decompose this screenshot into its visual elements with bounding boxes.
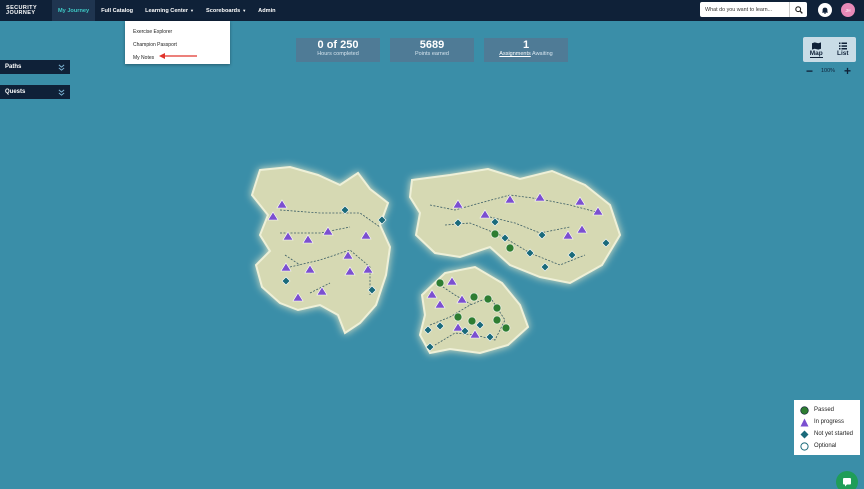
west-island (250, 165, 392, 335)
map-view-button[interactable]: Map (803, 37, 830, 62)
red-arrow-annotation (159, 53, 197, 59)
map-view-label: Map (809, 49, 823, 58)
hours-label: Hours completed (317, 51, 359, 57)
nav-full-catalog[interactable]: Full Catalog (95, 0, 139, 21)
map-icon (811, 41, 821, 50)
zoom-in-button[interactable]: + (844, 64, 851, 78)
nav-learning-center[interactable]: Learning Center ▼ (139, 0, 200, 21)
caret-down-icon: ▼ (190, 8, 194, 13)
optional-circle-icon (799, 441, 809, 451)
assignments-link[interactable]: Assignments (499, 51, 531, 57)
map-legend: Passed In progress Not yet started Optio… (794, 400, 860, 455)
top-navbar: SECURITY JOURNEY My Journey Full Catalog… (0, 0, 864, 21)
legend-in-progress: In progress (799, 416, 855, 428)
search-box: What do you want to learn... (700, 2, 807, 17)
list-icon (838, 42, 847, 50)
south-island (418, 265, 530, 355)
legend-passed-label: Passed (814, 407, 835, 413)
learning-center-dropdown: Exercise Explorer Champion Passport My N… (125, 21, 230, 64)
search-input[interactable]: What do you want to learn... (700, 7, 789, 13)
points-value: 5689 (419, 39, 445, 51)
legend-passed: Passed (799, 404, 855, 416)
in-progress-triangle-icon (799, 417, 809, 427)
not-started-diamond-icon (799, 429, 809, 439)
double-chevron-down-icon (58, 89, 65, 96)
legend-optional-label: Optional (814, 443, 837, 449)
list-view-button[interactable]: List (830, 37, 857, 62)
double-chevron-down-icon (58, 64, 65, 71)
menu-item-champion-passport[interactable]: Champion Passport (125, 38, 230, 51)
user-avatar[interactable]: JH (841, 3, 855, 17)
caret-down-icon: ▼ (242, 8, 247, 13)
paths-panel[interactable]: Paths (0, 60, 70, 74)
assignments-card: 1 Assignments Awaiting (484, 38, 568, 62)
hours-completed-card: 0 of 250 Hours completed (296, 38, 380, 62)
nav-admin[interactable]: Admin (252, 0, 281, 21)
legend-not-started: Not yet started (799, 428, 855, 440)
legend-not-started-label: Not yet started (814, 431, 854, 437)
legend-optional: Optional (799, 440, 855, 452)
legend-in-progress-label: In progress (814, 419, 845, 425)
nav-learning-center-label: Learning Center (145, 7, 189, 14)
zoom-level: 100% (821, 68, 836, 74)
points-label: Points earned (415, 51, 449, 57)
assignments-value: 1 (522, 39, 530, 51)
search-icon (794, 5, 803, 14)
menu-item-exercise-explorer[interactable]: Exercise Explorer (125, 25, 230, 38)
bell-icon (822, 7, 828, 14)
view-toggle: Map List (803, 37, 856, 62)
notifications-button[interactable] (818, 3, 832, 17)
east-island (408, 167, 622, 285)
quests-panel[interactable]: Quests (0, 85, 70, 99)
chat-icon (843, 478, 851, 487)
chat-button[interactable] (836, 471, 858, 489)
security-journey-logo[interactable]: SECURITY JOURNEY (6, 5, 52, 16)
journey-map[interactable] (240, 155, 630, 365)
logo-line2: JOURNEY (6, 9, 36, 16)
nav-scoreboards-label: Scoreboards (205, 7, 241, 14)
assignments-text: Assignments Awaiting (484, 51, 568, 58)
hours-value: 0 of 250 (317, 39, 359, 51)
passed-circle-icon (799, 405, 809, 415)
points-earned-card: 5689 Points earned (390, 38, 474, 62)
search-button[interactable] (789, 2, 807, 17)
nav-scoreboards[interactable]: Scoreboards ▼ (200, 0, 252, 21)
quests-label: Quests (5, 89, 26, 95)
nav-my-journey[interactable]: My Journey (52, 0, 96, 21)
zoom-out-button[interactable]: − (806, 64, 813, 78)
paths-label: Paths (5, 64, 22, 70)
list-view-label: List (836, 50, 849, 57)
assignments-label: Awaiting (530, 51, 553, 57)
